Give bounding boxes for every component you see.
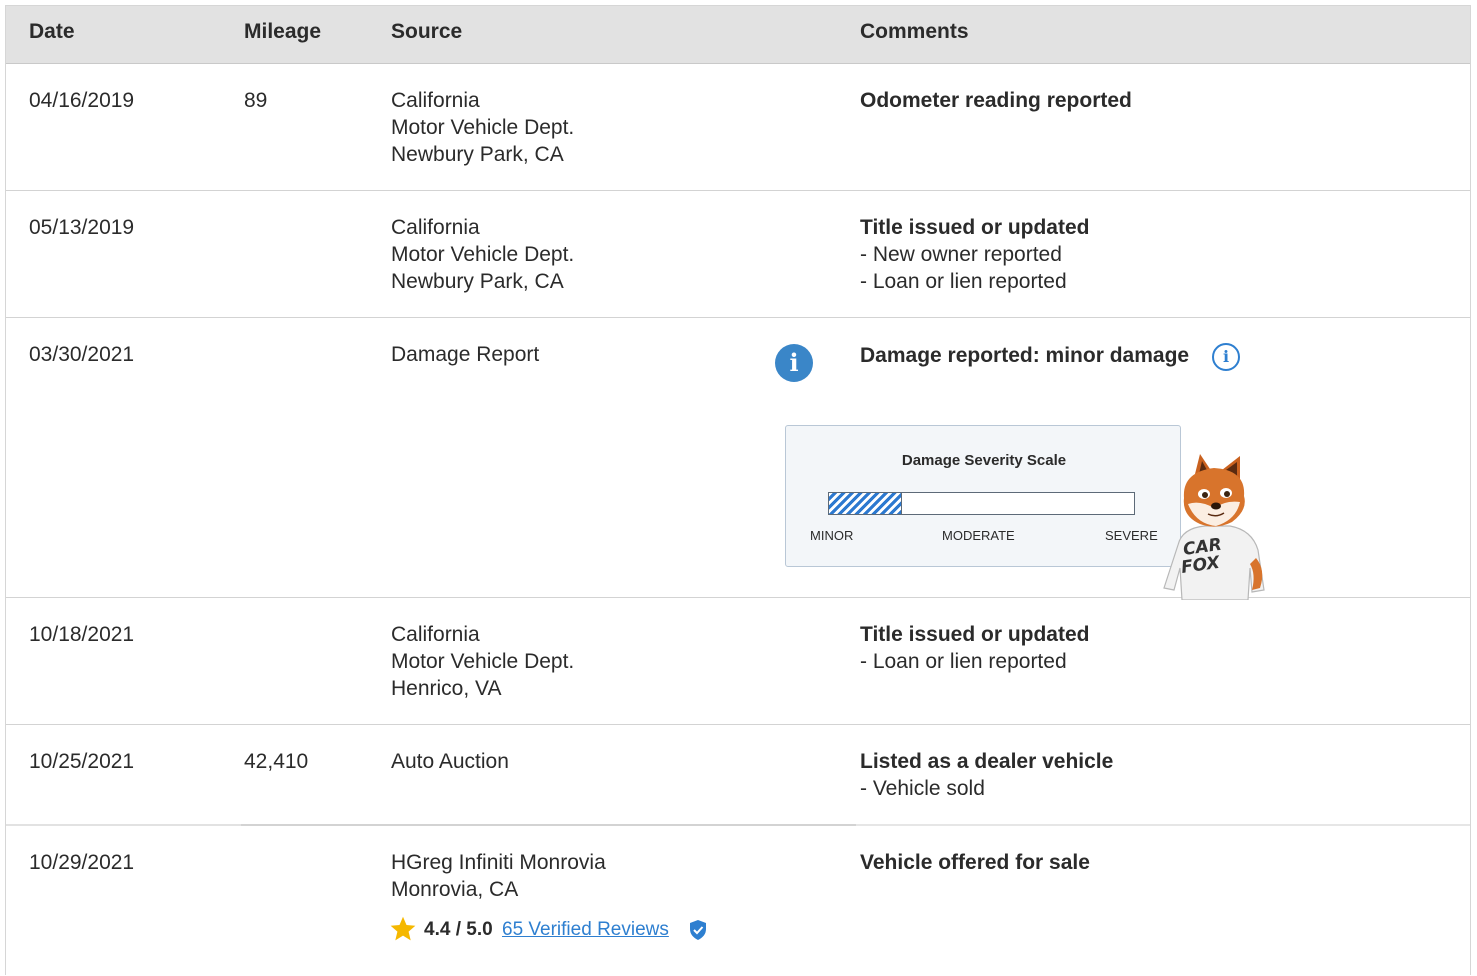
source-line: California <box>391 623 480 646</box>
source-line: Newbury Park, CA <box>391 270 564 293</box>
row-comments: Listed as a dealer vehicle Vehicle sold <box>860 748 1113 802</box>
row-date: 03/30/2021 <box>29 343 135 366</box>
header-comments: Comments <box>860 20 969 43</box>
row-comments: Odometer reading reported <box>860 87 1132 114</box>
source-line: HGreg Infiniti Monrovia <box>391 851 606 874</box>
row-date: 05/13/2019 <box>29 216 135 239</box>
comment-title: Listed as a dealer vehicle <box>860 750 1114 773</box>
severity-title: Damage Severity Scale <box>901 452 1067 469</box>
comment-item: Loan or lien reported <box>860 268 1089 295</box>
severity-bar <box>828 492 1135 515</box>
severity-label-minor: MINOR <box>810 528 854 543</box>
source-line: Damage Report <box>391 343 540 366</box>
carfox-mascot: CAR FOX <box>1163 454 1265 600</box>
row-mileage: 89 <box>244 89 268 112</box>
row-source: California Motor Vehicle Dept. Newbury P… <box>391 87 574 168</box>
rating-score: 4.4 / 5.0 <box>424 919 493 940</box>
comment-item: Vehicle sold <box>860 775 1113 802</box>
star-icon <box>390 916 416 941</box>
comment-item: New owner reported <box>860 241 1089 268</box>
row-source: California Motor Vehicle Dept. Newbury P… <box>391 214 574 295</box>
source-line: Motor Vehicle Dept. <box>391 243 575 266</box>
row-comments: Title issued or updated Loan or lien rep… <box>860 621 1089 675</box>
source-line: Monrovia, CA <box>391 878 519 901</box>
damage-severity-scale: Damage Severity Scale MINOR MODERATE SEV… <box>785 425 1181 567</box>
table-row: 10/25/2021 42,410 Auto Auction Listed as… <box>6 725 1470 825</box>
row-source: California Motor Vehicle Dept. Henrico, … <box>391 621 574 702</box>
severity-label-severe: SEVERE <box>1105 528 1158 543</box>
comment-title: Title issued or updated <box>860 216 1090 239</box>
severity-label-moderate: MODERATE <box>942 528 1015 543</box>
source-line: California <box>391 89 480 112</box>
row-source: Damage Report <box>391 341 539 368</box>
comment-title: Odometer reading reported <box>860 89 1132 112</box>
row-comments: Vehicle offered for sale <box>860 849 1090 876</box>
row-mileage: 42,410 <box>244 750 309 773</box>
row-comments: Damage reported: minor damage <box>860 342 1189 369</box>
table-row: 04/16/2019 89 California Motor Vehicle D… <box>6 64 1470 191</box>
row-date: 10/18/2021 <box>29 623 135 646</box>
source-line: California <box>391 216 480 239</box>
source-line: Henrico, VA <box>391 677 502 700</box>
source-line: Auto Auction <box>391 750 509 773</box>
verified-reviews-link[interactable]: 65 Verified Reviews <box>502 919 669 941</box>
header-date: Date <box>29 20 75 43</box>
info-icon[interactable]: i <box>775 344 813 382</box>
source-line: Motor Vehicle Dept. <box>391 116 575 139</box>
verified-shield-icon <box>690 920 706 940</box>
comment-title: Damage reported: minor damage <box>860 344 1190 367</box>
comment-title: Vehicle offered for sale <box>860 851 1090 874</box>
row-source: HGreg Infiniti Monrovia Monrovia, CA <box>391 849 606 903</box>
header-mileage: Mileage <box>244 20 322 43</box>
row-date: 10/25/2021 <box>29 750 135 773</box>
comment-title: Title issued or updated <box>860 623 1090 646</box>
table-row: 10/29/2021 HGreg Infiniti Monrovia Monro… <box>6 826 1470 976</box>
header-source: Source <box>391 20 463 43</box>
info-outline-icon[interactable]: i <box>1212 343 1240 371</box>
comment-item: Loan or lien reported <box>860 648 1089 675</box>
row-date: 04/16/2019 <box>29 89 135 112</box>
table-row: 05/13/2019 California Motor Vehicle Dept… <box>6 191 1470 318</box>
row-source: Auto Auction <box>391 748 509 775</box>
row-comments: Title issued or updated New owner report… <box>860 214 1089 295</box>
source-line: Newbury Park, CA <box>391 143 564 166</box>
table-row: 10/18/2021 California Motor Vehicle Dept… <box>6 598 1470 725</box>
source-line: Motor Vehicle Dept. <box>391 650 575 673</box>
table-header: Date Mileage Source Comments <box>6 6 1470 64</box>
row-date: 10/29/2021 <box>29 851 135 874</box>
severity-fill <box>829 493 903 514</box>
